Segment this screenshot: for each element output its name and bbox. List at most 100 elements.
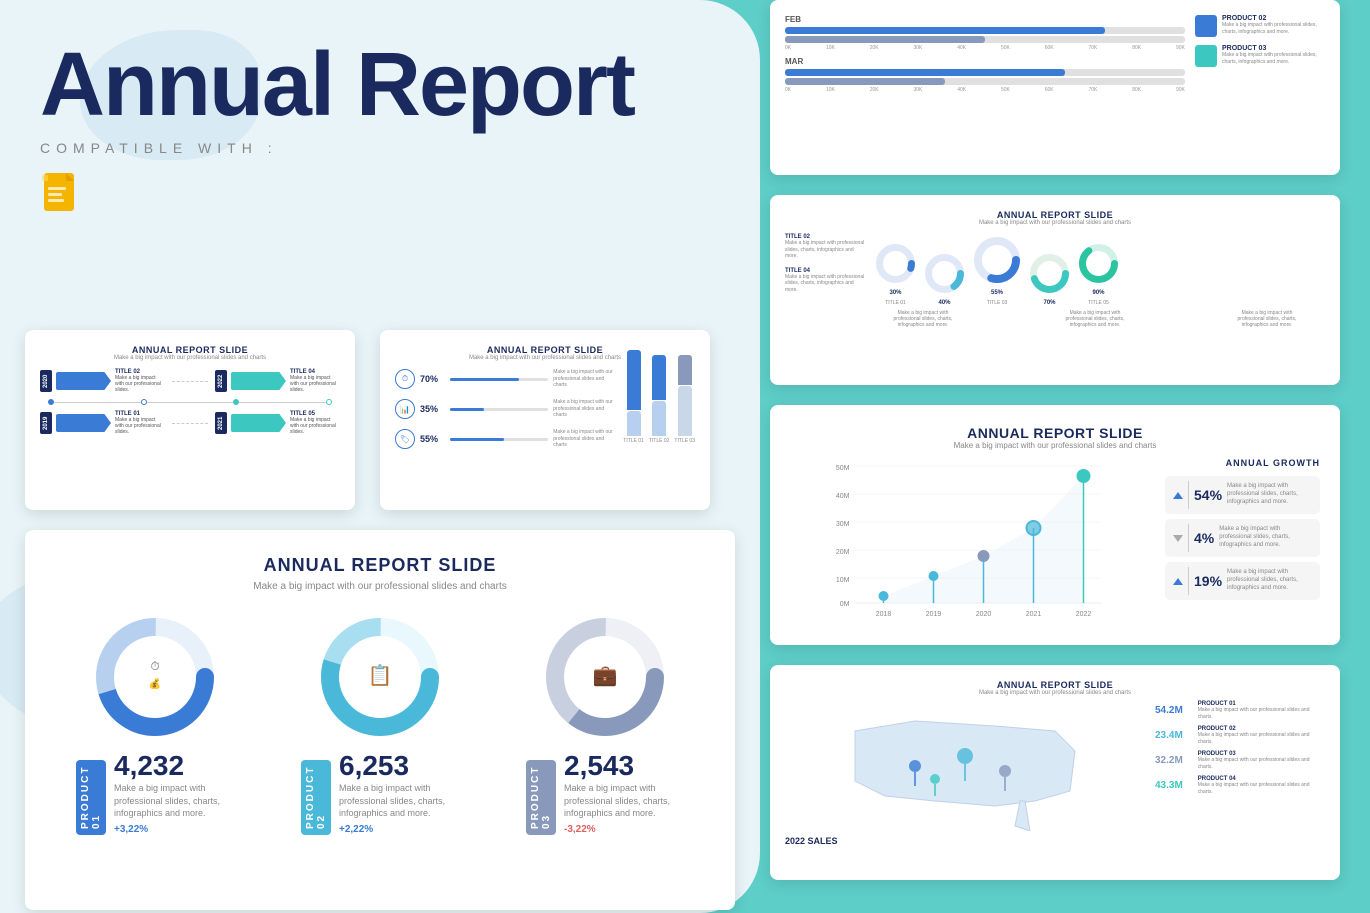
donut-sm-titles-left: TITLE 02 Make a big impact with professi… bbox=[785, 234, 865, 293]
svg-text:10M: 10M bbox=[836, 577, 850, 584]
product-03-desc: Make a big impact with professional slid… bbox=[564, 782, 684, 820]
stat-text-2: PRODUCT 02 Make a big impact with our pr… bbox=[1198, 726, 1325, 745]
timeline-text-05: TITLE 05Make a big impact with our profe… bbox=[290, 411, 340, 435]
vbar-3b bbox=[678, 386, 692, 436]
thumb-barchart: ANNUAL REPORT SLIDE Make a big impact wi… bbox=[380, 330, 710, 510]
usa-map-svg bbox=[785, 701, 1145, 831]
product-02-col: 📋 PRODUCT 02 6,253 Make a big impact wit… bbox=[301, 612, 459, 835]
pct-19: 19% bbox=[1194, 573, 1222, 589]
bar-fill-2 bbox=[450, 408, 484, 411]
year-2022: 2022 bbox=[215, 370, 227, 392]
map-stats-col: 54.2M PRODUCT 01 Make a big impact with … bbox=[1155, 701, 1325, 846]
donut-title-02: TITLE 02 Make a big impact with professi… bbox=[785, 234, 865, 260]
svg-text:20M: 20M bbox=[836, 549, 850, 556]
bar-fill-3 bbox=[450, 438, 504, 441]
main-title-area: Annual Report COMPATIBLE WITH : bbox=[40, 40, 634, 228]
desc-4: Make a big impact with professional slid… bbox=[1219, 526, 1312, 549]
mar-bar-fill-2 bbox=[785, 78, 945, 85]
vbar-group-2: TITLE 02 bbox=[649, 355, 670, 444]
product-03-col: 💼 PRODUCT 03 2,543 Make a big impact wit… bbox=[526, 612, 684, 835]
svg-text:2021: 2021 bbox=[1026, 611, 1042, 618]
mar-bar-1 bbox=[785, 69, 1185, 76]
product-03-num: 2,543 bbox=[564, 750, 684, 782]
bar-bg-2 bbox=[450, 408, 548, 411]
year-2021: 2021 bbox=[215, 412, 227, 434]
donut-03-svg: 💼 bbox=[540, 612, 670, 742]
product-info-03: PRODUCT 03 Make a big impact with profes… bbox=[1195, 45, 1325, 67]
bar-icon-1: ⏱ bbox=[395, 369, 415, 389]
thumb-timeline: ANNUAL REPORT SLIDE Make a big impact wi… bbox=[25, 330, 355, 510]
stat-row-2: 23.4M PRODUCT 02 Make a big impact with … bbox=[1155, 726, 1325, 745]
feb-bar-bg-1 bbox=[785, 27, 1185, 34]
svg-text:0M: 0M bbox=[840, 601, 850, 608]
desc-54: Make a big impact with professional slid… bbox=[1227, 483, 1312, 506]
stat-desc-4: Make a big impact with our professional … bbox=[1198, 782, 1325, 795]
product-info-02: PRODUCT 02 Make a big impact with profes… bbox=[1195, 15, 1325, 37]
metric-19: 19% Make a big impact with professional … bbox=[1165, 562, 1320, 600]
feb-bar-bg-2 bbox=[785, 36, 1185, 43]
thumb-growth: ANNUAL REPORT SLIDE Make a big impact wi… bbox=[770, 405, 1340, 645]
bar-items-left: ⏱ 70% Make a big impact with our profess… bbox=[395, 369, 613, 459]
barchart-main: ⏱ 70% Make a big impact with our profess… bbox=[395, 369, 695, 459]
product-02-num: 6,253 bbox=[339, 750, 459, 782]
product-02-badge: PRODUCT 02 bbox=[301, 760, 331, 835]
slide-map-title: ANNUAL REPORT SLIDE bbox=[785, 680, 1325, 690]
dot-4 bbox=[326, 399, 332, 405]
bar-track-2 bbox=[450, 408, 548, 411]
desc-19: Make a big impact with professional slid… bbox=[1227, 569, 1312, 592]
mar-bar-fill-1 bbox=[785, 69, 1065, 76]
product-03-title-sm: PRODUCT 03 bbox=[1222, 45, 1325, 52]
svg-text:💼: 💼 bbox=[593, 665, 618, 687]
mar-bar-2 bbox=[785, 78, 1185, 85]
donut-70: 70% bbox=[1027, 251, 1072, 306]
stat-row-1: 54.2M PRODUCT 01 Make a big impact with … bbox=[1155, 701, 1325, 720]
stat-desc-1: Make a big impact with our professional … bbox=[1198, 707, 1325, 720]
vbar-group-3: TITLE 03 bbox=[674, 355, 695, 444]
compatible-label: COMPATIBLE WITH : bbox=[40, 140, 634, 156]
feb-bar-2 bbox=[785, 36, 1185, 43]
vbar-label-2: TITLE 02 bbox=[649, 438, 670, 444]
feb-bar-fill-2 bbox=[785, 36, 985, 43]
stat-text-4: PRODUCT 04 Make a big impact with our pr… bbox=[1198, 776, 1325, 795]
product-01-growth: +3,22% bbox=[114, 824, 234, 835]
svg-text:💰: 💰 bbox=[149, 677, 161, 690]
line-2 bbox=[147, 402, 234, 403]
bar-pct-70: 70% bbox=[420, 374, 445, 384]
svg-text:2019: 2019 bbox=[926, 611, 942, 618]
bar-bg-3 bbox=[450, 438, 548, 441]
donut-40: 40% bbox=[922, 251, 967, 306]
slide-timeline-subtitle: Make a big impact with our professional … bbox=[40, 355, 340, 361]
product-02-details: 6,253 Make a big impact with professiona… bbox=[339, 750, 459, 835]
feb-label: FEB bbox=[785, 15, 1185, 24]
product-03-thumb bbox=[1195, 45, 1217, 67]
growth-metrics: ANNUAL GROWTH 54% Make a big impact with… bbox=[1165, 458, 1320, 623]
vbar-1b bbox=[627, 411, 641, 436]
year-2020: 2020 bbox=[40, 370, 52, 392]
mar-bar-bg-2 bbox=[785, 78, 1185, 85]
stat-desc-2: Make a big impact with our professional … bbox=[1198, 732, 1325, 745]
donut-30-svg bbox=[873, 241, 918, 286]
svg-text:⏱: ⏱ bbox=[150, 659, 159, 673]
slide-donut-sm-title: ANNUAL REPORT SLIDE bbox=[785, 210, 1325, 220]
product-01-col: ⏱ 💰 PRODUCT 01 4,232 Make a big impact w… bbox=[76, 612, 234, 835]
product-01-info: PRODUCT 01 4,232 Make a big impact with … bbox=[76, 750, 234, 835]
stat-num-3: 32.2M bbox=[1155, 755, 1193, 766]
vert-bars-container: TITLE 01 TITLE 02 TITLE 03 bbox=[623, 369, 695, 459]
donut-01-svg: ⏱ 💰 bbox=[90, 612, 220, 742]
timeline-text-01: TITLE 01Make a big impact with our profe… bbox=[115, 411, 165, 435]
donut-30: 30% TITLE 01 bbox=[873, 241, 918, 306]
product-03-details: 2,543 Make a big impact with professiona… bbox=[564, 750, 684, 835]
timeline-text-02: TITLE 02Make a big impact with our profe… bbox=[115, 369, 165, 393]
slide-growth-subtitle: Make a big impact with our professional … bbox=[790, 441, 1320, 450]
arrow-title01 bbox=[56, 414, 111, 432]
slide-donut-sm-subtitle: Make a big impact with our professional … bbox=[785, 220, 1325, 226]
bar-desc-3: Make a big impact with our professional … bbox=[553, 429, 613, 449]
metric-54: 54% Make a big impact with professional … bbox=[1165, 476, 1320, 514]
divider-4 bbox=[1188, 524, 1189, 552]
pct-4: 4% bbox=[1194, 530, 1214, 546]
stat-text-1: PRODUCT 01 Make a big impact with our pr… bbox=[1198, 701, 1325, 720]
thumb-map: ANNUAL REPORT SLIDE Make a big impact wi… bbox=[770, 665, 1340, 880]
feb-section: FEB 0K10K20K30K40K50K60K70K80K90K bbox=[785, 15, 1185, 51]
vbar-3a bbox=[678, 355, 692, 385]
stat-row-4: 43.3M PRODUCT 04 Make a big impact with … bbox=[1155, 776, 1325, 795]
